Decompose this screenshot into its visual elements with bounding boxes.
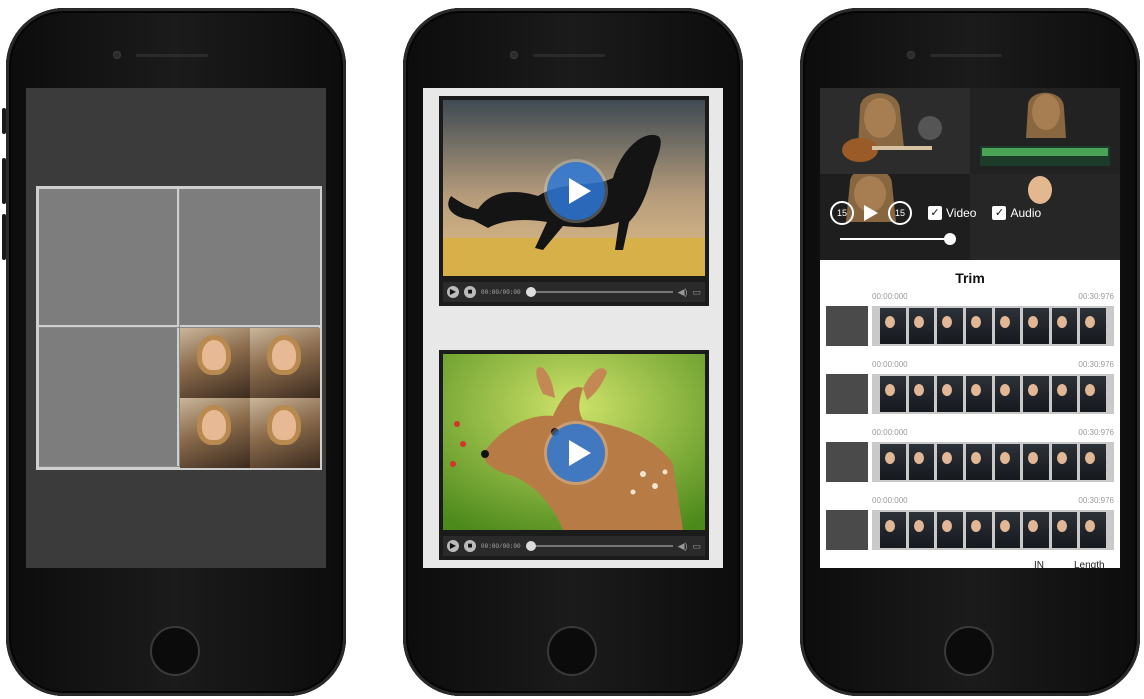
collage-preview: 15 15 ✓ Video ✓ Audio — [820, 88, 1120, 260]
audio-checkbox-label: Audio — [1010, 206, 1042, 220]
front-camera — [907, 51, 915, 59]
video-checkbox[interactable]: ✓ Video — [928, 206, 976, 220]
video-thumbnail — [250, 328, 320, 398]
trim-end-time: 00:30:976 — [1078, 428, 1114, 437]
preview-controls: 15 15 ✓ Video ✓ Audio — [830, 198, 1110, 228]
home-button[interactable] — [547, 626, 597, 676]
play-icon[interactable]: ▶ — [447, 540, 459, 552]
trim-track: 00:00:000 00:30:976 — [826, 428, 1116, 490]
volume-up-button — [2, 158, 6, 204]
collage-cell-empty[interactable] — [39, 189, 179, 327]
phone-trim: 15 15 ✓ Video ✓ Audio Trim 00:00:000 00:… — [800, 8, 1140, 696]
skip-back-icon[interactable]: 15 — [830, 201, 854, 225]
video-thumbnail — [250, 398, 320, 468]
player-controls: ▶ ■ 00:00/00:00 ◀) ▭ — [443, 536, 705, 556]
earpiece-speaker — [533, 54, 605, 57]
trim-filmstrip[interactable] — [872, 510, 1114, 550]
video-player-horse: ▶ ■ 00:00/00:00 ◀) ▭ — [439, 96, 709, 306]
trim-filmstrip[interactable] — [872, 374, 1114, 414]
trim-end-time: 00:30:976 — [1078, 360, 1114, 369]
track-thumbnail — [826, 510, 868, 550]
audio-checkbox[interactable]: ✓ Audio — [992, 206, 1041, 220]
trim-screen: 15 15 ✓ Video ✓ Audio Trim 00:00:000 00:… — [820, 88, 1120, 568]
volume-down-button — [2, 214, 6, 260]
trim-track: 00:00:000 00:30:976 — [826, 496, 1116, 558]
volume-icon[interactable]: ◀) — [678, 541, 688, 552]
track-thumbnail — [826, 442, 868, 482]
in-label: IN — [1034, 560, 1044, 568]
trim-start-time: 00:00:000 — [872, 292, 908, 301]
length-label: Length — [1074, 560, 1105, 568]
fullscreen-icon[interactable]: ▭ — [692, 287, 701, 298]
checkbox-checked-icon: ✓ — [928, 206, 942, 220]
trim-track-times: 00:00:000 00:30:976 — [872, 292, 1114, 301]
collage-cell-empty[interactable] — [180, 189, 320, 327]
video-checkbox-label: Video — [946, 206, 977, 220]
volume-icon[interactable]: ◀) — [678, 287, 688, 298]
trim-track-times: 00:00:000 00:30:976 — [872, 496, 1114, 505]
home-button[interactable] — [944, 626, 994, 676]
play-overlay-button[interactable] — [547, 162, 605, 220]
earpiece-speaker — [136, 54, 208, 57]
video-thumbnail — [180, 398, 250, 468]
trim-filmstrip[interactable] — [872, 442, 1114, 482]
collage-cell-filled[interactable] — [180, 328, 320, 468]
collage-screen — [26, 88, 326, 568]
trim-start-time: 00:00:000 — [872, 428, 908, 437]
checkbox-checked-icon: ✓ — [992, 206, 1007, 220]
trim-track-times: 00:00:000 00:30:976 — [872, 360, 1114, 369]
trim-end-time: 00:30:976 — [1078, 292, 1114, 301]
seek-bar[interactable] — [525, 541, 673, 551]
phone-players: ▶ ■ 00:00/00:00 ◀) ▭ ▶ ■ 00:00/00:00 ◀) … — [403, 8, 743, 696]
trim-track: 00:00:000 00:30:976 — [826, 292, 1116, 354]
trim-filmstrip[interactable] — [872, 306, 1114, 346]
trim-track: 00:00:000 00:30:976 — [826, 360, 1116, 422]
preview-tile-guitar — [820, 88, 970, 174]
earpiece-speaker — [930, 54, 1002, 57]
seek-bar[interactable] — [525, 287, 673, 297]
player-controls: ▶ ■ 00:00/00:00 ◀) ▭ — [443, 282, 705, 302]
home-button[interactable] — [150, 626, 200, 676]
trim-start-time: 00:00:000 — [872, 360, 908, 369]
seek-handle[interactable] — [525, 287, 536, 297]
stop-icon[interactable]: ■ — [464, 540, 476, 552]
collage-grid — [36, 186, 322, 470]
collage-cell-empty[interactable] — [39, 328, 179, 466]
phone-collage — [2, 8, 346, 696]
trim-start-time: 00:00:000 — [872, 496, 908, 505]
trim-end-time: 00:30:976 — [1078, 496, 1114, 505]
mute-switch — [2, 108, 6, 134]
stop-icon[interactable]: ■ — [464, 286, 476, 298]
front-camera — [113, 51, 121, 59]
trim-track-times: 00:00:000 00:30:976 — [872, 428, 1114, 437]
preview-seek-handle[interactable] — [944, 233, 956, 245]
play-icon[interactable]: ▶ — [447, 286, 459, 298]
front-camera — [510, 51, 518, 59]
trim-title: Trim — [955, 270, 985, 286]
preview-tile-keyboard — [970, 88, 1120, 174]
video-thumbnail — [180, 328, 250, 398]
seek-handle[interactable] — [525, 541, 536, 551]
preview-seek-bar[interactable] — [840, 233, 956, 245]
time-readout: 00:00/00:00 — [481, 542, 521, 550]
fullscreen-icon[interactable]: ▭ — [692, 541, 701, 552]
play-overlay-button[interactable] — [547, 424, 605, 482]
time-readout: 00:00/00:00 — [481, 288, 521, 296]
skip-forward-icon[interactable]: 15 — [888, 201, 912, 225]
video-player-fawn: ▶ ■ 00:00/00:00 ◀) ▭ — [439, 350, 709, 560]
track-thumbnail — [826, 374, 868, 414]
play-icon[interactable] — [864, 205, 878, 221]
track-thumbnail — [826, 306, 868, 346]
players-screen: ▶ ■ 00:00/00:00 ◀) ▭ ▶ ■ 00:00/00:00 ◀) … — [423, 88, 723, 568]
